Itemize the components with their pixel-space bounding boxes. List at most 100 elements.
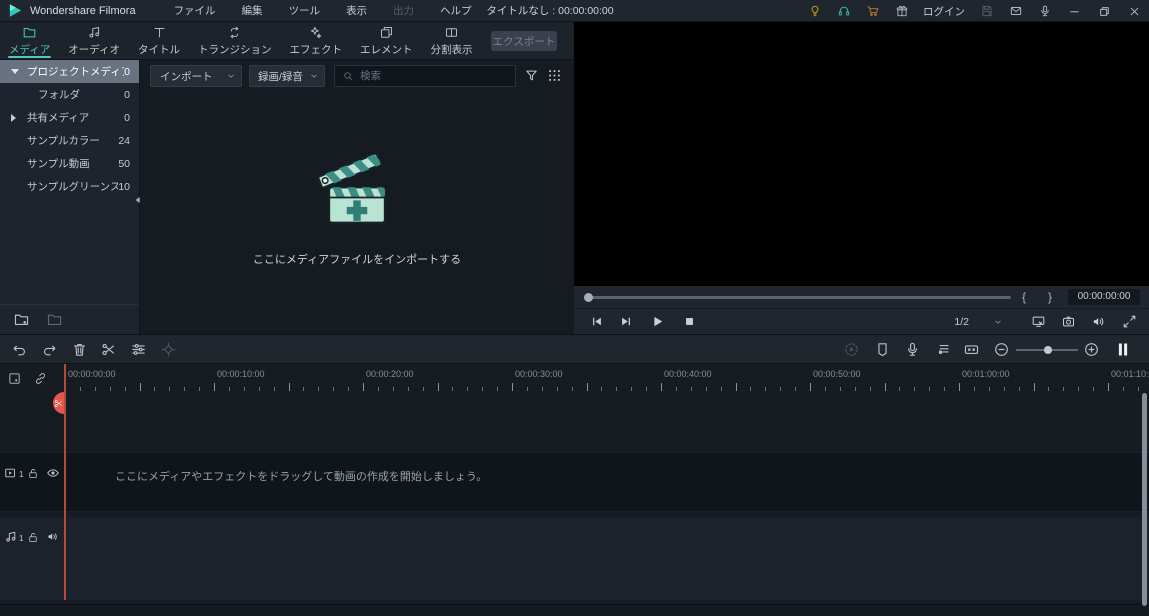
- title-bar: Wondershare Filmora ファイル 編集 ツール 表示 出力 ヘルプ タイト…: [0, 0, 1149, 22]
- search-box: [334, 65, 516, 87]
- new-folder-icon[interactable]: [13, 311, 30, 328]
- sidebar-item-4[interactable]: サンプル動画 50: [0, 152, 139, 175]
- snap-icon[interactable]: [7, 371, 22, 386]
- audio-track-number: 1: [19, 534, 24, 543]
- stop-icon[interactable]: [682, 314, 697, 329]
- expander-closed-icon[interactable]: [11, 113, 16, 122]
- seek-slider-handle[interactable]: [584, 293, 593, 302]
- play-icon[interactable]: [650, 314, 665, 329]
- marker-icon[interactable]: [874, 341, 891, 358]
- login-button[interactable]: ログイン: [916, 4, 972, 19]
- menu-item-0[interactable]: ファイル: [174, 3, 216, 18]
- adjust-icon[interactable]: [130, 341, 147, 358]
- grid-view-icon[interactable]: [547, 68, 562, 83]
- tab-title[interactable]: タイトル: [129, 22, 189, 59]
- redo-icon[interactable]: [41, 341, 58, 358]
- close-button[interactable]: [1119, 0, 1149, 22]
- sidebar-item-2[interactable]: 共有メディア 0: [0, 106, 139, 129]
- tab-elements[interactable]: エレメント: [351, 22, 422, 59]
- tab-label: トランジション: [198, 43, 272, 56]
- timeline-zoom-handle[interactable]: [1044, 346, 1052, 354]
- timeline-hscroll-area[interactable]: [0, 604, 1149, 616]
- video-track-row[interactable]: 1 ここにメディアやエフェクトをドラッグして動画の作成を開始しましょう。: [0, 452, 1149, 512]
- timeline-vscrollbar[interactable]: [1142, 393, 1147, 606]
- app-name: Wondershare Filmora: [30, 4, 136, 17]
- lock-open-icon[interactable]: [27, 531, 39, 544]
- media-empty-state[interactable]: ここにメディアファイルをインポートする: [141, 150, 573, 267]
- video-track-number: 1: [19, 470, 24, 479]
- search-input[interactable]: [354, 70, 515, 82]
- playhead-handle[interactable]: [53, 392, 64, 414]
- scissors-icon[interactable]: [100, 341, 117, 358]
- menu-item-3[interactable]: 表示: [346, 3, 367, 18]
- monitor-icon[interactable]: [1031, 314, 1046, 329]
- ruler-label-4: 00:00:40:00: [664, 369, 712, 379]
- record-dropdown[interactable]: 録画/録音: [249, 65, 325, 87]
- restore-button[interactable]: [1089, 0, 1119, 22]
- speaker-icon[interactable]: [46, 530, 59, 543]
- timeline-ruler[interactable]: 00:00:00:00 00:00:10:00 00:00:20:00 00:00:3…: [0, 364, 1149, 394]
- mark-out-button[interactable]: }: [1048, 286, 1052, 308]
- sidebar-item-3[interactable]: サンプルカラー 24: [0, 129, 139, 152]
- speaker-icon[interactable]: [1091, 314, 1106, 329]
- eye-icon[interactable]: [46, 466, 60, 480]
- record-button[interactable]: [1030, 0, 1059, 22]
- sidebar-item-1[interactable]: フォルダ 0: [0, 83, 139, 106]
- tab-label: オーディオ: [68, 43, 121, 56]
- timeline-zoom-slider[interactable]: [1016, 346, 1078, 354]
- sidebar-item-0[interactable]: プロジェクトメディア 0: [0, 60, 139, 83]
- track-manager-icon[interactable]: [963, 341, 980, 358]
- preview-timecode: 00:00:00:00: [1068, 289, 1140, 305]
- save-button[interactable]: [972, 0, 1001, 22]
- tab-effects[interactable]: エフェクト: [281, 22, 352, 59]
- menu-item-1[interactable]: 編集: [242, 3, 263, 18]
- split-screen-icon: [444, 25, 459, 40]
- tips-button[interactable]: [800, 0, 829, 22]
- ruler-label-5: 00:00:50:00: [813, 369, 861, 379]
- audio-track-row[interactable]: 1: [0, 517, 1149, 600]
- tab-label: タイトル: [138, 43, 181, 56]
- tab-media-folder[interactable]: メディア: [0, 22, 59, 59]
- scrub-bar-row: { } 00:00:00:00: [574, 286, 1149, 308]
- render-preview-icon: [843, 341, 860, 358]
- undo-icon[interactable]: [11, 341, 28, 358]
- tab-label: 分割表示: [430, 43, 473, 56]
- tab-split-screen[interactable]: 分割表示: [422, 22, 482, 59]
- timeline-drop-hint: ここにメディアやエフェクトをドラッグして動画の作成を開始しましょう。: [115, 471, 488, 483]
- zoom-out-icon[interactable]: [993, 341, 1010, 358]
- quality-dropdown[interactable]: 1/2: [954, 309, 1003, 335]
- next-frame-icon[interactable]: [619, 314, 634, 329]
- menu-item-2[interactable]: ツール: [289, 3, 321, 18]
- media-sidebar: プロジェクトメディア 0 フォルダ 0 共有メディア 0 サンプルカラー 24 サンプル動画 50…: [0, 60, 140, 334]
- expander-open-icon[interactable]: [11, 69, 19, 74]
- trash-icon[interactable]: [71, 341, 88, 358]
- playhead[interactable]: [53, 364, 66, 600]
- collapse-left-icon[interactable]: [134, 195, 142, 205]
- store-button[interactable]: [858, 0, 887, 22]
- tab-transition[interactable]: トランジション: [189, 22, 281, 59]
- search-icon: [342, 70, 354, 82]
- tab-bar: メディア オーディオ タイトル トランジション エフェクト エレメント 分割表示 エクスポー…: [0, 22, 573, 60]
- import-dropdown[interactable]: インポート: [150, 65, 242, 87]
- seek-slider[interactable]: [587, 295, 1011, 299]
- sidebar-item-5[interactable]: サンプルグリーンスクリーン10: [0, 175, 139, 198]
- fullscreen-icon[interactable]: [1122, 314, 1137, 329]
- tab-music[interactable]: オーディオ: [59, 22, 129, 59]
- minimize-button[interactable]: [1059, 0, 1089, 22]
- mark-in-button[interactable]: {: [1022, 286, 1026, 308]
- lock-open-icon[interactable]: [27, 467, 39, 480]
- prev-frame-icon[interactable]: [589, 314, 604, 329]
- support-button[interactable]: [829, 0, 858, 22]
- link-icon[interactable]: [33, 371, 48, 386]
- mixer-icon[interactable]: [934, 341, 951, 358]
- sidebar-item-label: サンプルグリーンスクリーン: [27, 181, 119, 193]
- gift-button[interactable]: [887, 0, 916, 22]
- snapshot-icon[interactable]: [1061, 314, 1076, 329]
- export-button[interactable]: エクスポート: [491, 31, 557, 51]
- feedback-button[interactable]: [1001, 0, 1030, 22]
- zoom-in-icon[interactable]: [1083, 341, 1100, 358]
- voiceover-icon[interactable]: [904, 341, 921, 358]
- fit-timeline-icon[interactable]: [1114, 340, 1132, 359]
- ruler-scale[interactable]: 00:00:00:00 00:00:10:00 00:00:20:00 00:00:3…: [65, 364, 1149, 394]
- filter-icon[interactable]: [524, 68, 539, 83]
